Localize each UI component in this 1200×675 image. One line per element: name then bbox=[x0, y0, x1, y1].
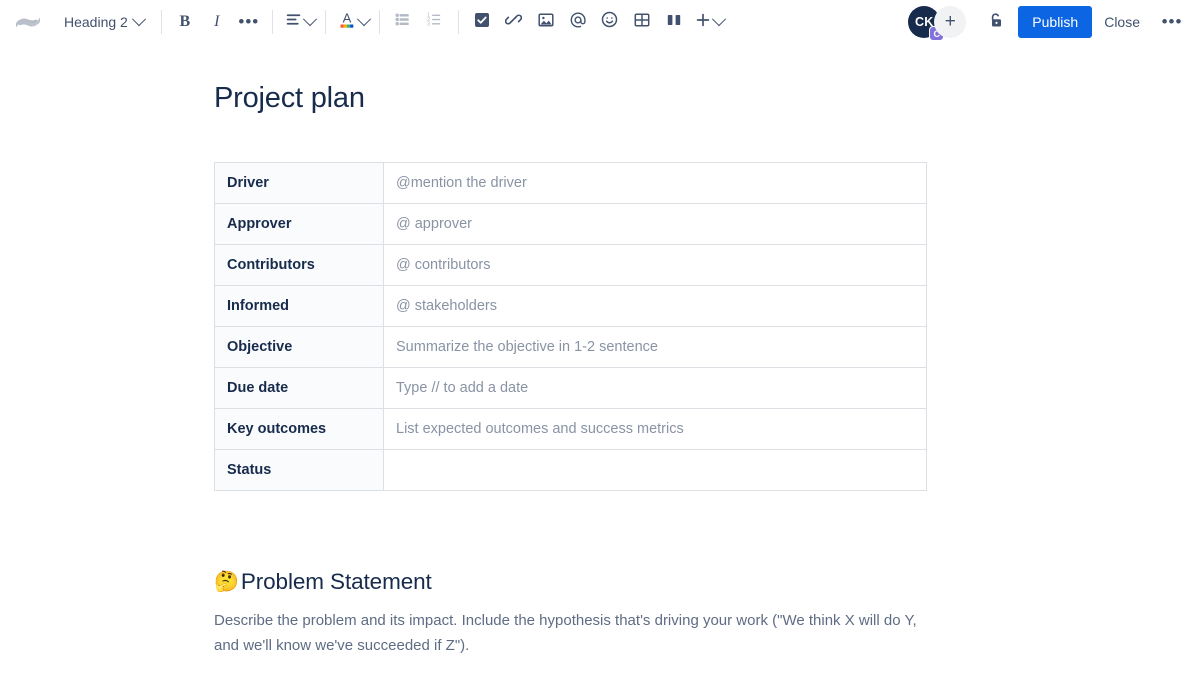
table-row[interactable]: Informed @ stakeholders bbox=[214, 285, 927, 327]
chevron-down-icon bbox=[131, 12, 146, 27]
table-icon bbox=[634, 12, 650, 33]
toolbar-divider bbox=[160, 10, 162, 34]
table-row[interactable]: Objective Summarize the objective in 1-2… bbox=[214, 326, 927, 368]
bullet-list-icon bbox=[394, 11, 411, 33]
mention-button[interactable] bbox=[562, 6, 594, 38]
svg-text:3: 3 bbox=[427, 22, 430, 28]
project-details-table[interactable]: Driver @mention the driver Approver @ ap… bbox=[214, 162, 927, 491]
row-label: Key outcomes bbox=[214, 408, 384, 450]
row-value[interactable]: List expected outcomes and success metri… bbox=[383, 408, 927, 450]
emoji-button[interactable] bbox=[594, 6, 626, 38]
plus-icon bbox=[695, 12, 711, 33]
row-value[interactable]: @ approver bbox=[383, 203, 927, 245]
section-heading-problem-statement[interactable]: 🤔 Problem Statement bbox=[214, 569, 1140, 595]
chevron-down-icon bbox=[302, 12, 317, 27]
table-row[interactable]: Key outcomes List expected outcomes and … bbox=[214, 408, 927, 450]
add-people-button[interactable]: + bbox=[934, 6, 967, 38]
row-label: Objective bbox=[214, 326, 384, 368]
italic-button[interactable]: I bbox=[201, 6, 233, 38]
toolbar-divider bbox=[271, 10, 273, 34]
table-row[interactable]: Approver @ approver bbox=[214, 203, 927, 245]
insert-more-button[interactable] bbox=[690, 6, 727, 38]
section-heading-label: Problem Statement bbox=[240, 569, 432, 594]
link-icon bbox=[505, 11, 523, 33]
table-row[interactable]: Due date Type // to add a date bbox=[214, 367, 927, 409]
editor-toolbar: Heading 2 B I ••• A 1 2 3 CK C + Publish… bbox=[0, 0, 1200, 44]
row-label: Status bbox=[214, 449, 384, 491]
layout-button[interactable] bbox=[658, 6, 690, 38]
toolbar-divider bbox=[457, 10, 459, 34]
image-button[interactable] bbox=[530, 6, 562, 38]
row-value[interactable]: @mention the driver bbox=[383, 162, 927, 204]
text-color-icon: A bbox=[338, 10, 356, 34]
row-label: Approver bbox=[214, 203, 384, 245]
numbered-list-button[interactable]: 1 2 3 bbox=[419, 6, 451, 38]
close-button[interactable]: Close bbox=[1092, 6, 1152, 38]
link-button[interactable] bbox=[498, 6, 530, 38]
action-item-button[interactable] bbox=[466, 6, 498, 38]
row-value[interactable]: @ stakeholders bbox=[383, 285, 927, 327]
restrictions-button[interactable] bbox=[980, 6, 1012, 38]
publish-button[interactable]: Publish bbox=[1018, 6, 1093, 38]
chevron-down-icon bbox=[356, 12, 371, 27]
more-formatting-button[interactable]: ••• bbox=[233, 6, 265, 38]
checkbox-task-icon bbox=[474, 12, 490, 33]
row-label: Informed bbox=[214, 285, 384, 327]
unlock-icon bbox=[987, 11, 1005, 34]
text-color-button[interactable]: A bbox=[333, 6, 372, 38]
chevron-down-icon bbox=[711, 12, 726, 27]
mention-at-icon bbox=[569, 11, 587, 34]
bold-button[interactable]: B bbox=[169, 6, 201, 38]
document-content: Project plan Driver @mention the driver … bbox=[0, 82, 1200, 658]
text-align-button[interactable] bbox=[280, 6, 318, 38]
svg-text:A: A bbox=[342, 11, 351, 26]
more-actions-button[interactable]: ••• bbox=[1156, 6, 1188, 38]
row-value[interactable] bbox=[383, 449, 927, 491]
page-title[interactable]: Project plan bbox=[214, 82, 1140, 115]
table-body: Driver @mention the driver Approver @ ap… bbox=[214, 162, 927, 491]
table-row[interactable]: Contributors @ contributors bbox=[214, 244, 927, 286]
row-value[interactable]: @ contributors bbox=[383, 244, 927, 286]
image-icon bbox=[538, 12, 554, 33]
toolbar-divider bbox=[324, 10, 326, 34]
section-body-problem-statement[interactable]: Describe the problem and its impact. Inc… bbox=[214, 608, 921, 658]
table-row[interactable]: Status bbox=[214, 449, 927, 491]
thinking-face-emoji-icon: 🤔 bbox=[214, 571, 239, 593]
align-left-icon bbox=[285, 11, 302, 33]
row-label: Contributors bbox=[214, 244, 384, 286]
text-style-label: Heading 2 bbox=[64, 14, 128, 30]
document-editor[interactable]: Project plan Driver @mention the driver … bbox=[0, 82, 1200, 658]
numbered-list-icon: 1 2 3 bbox=[426, 11, 443, 33]
bullet-list-button[interactable] bbox=[387, 6, 419, 38]
row-label: Due date bbox=[214, 367, 384, 409]
emoji-smiley-icon bbox=[601, 11, 618, 33]
row-label: Driver bbox=[214, 162, 384, 204]
table-row[interactable]: Driver @mention the driver bbox=[214, 162, 927, 204]
confluence-logo-icon[interactable] bbox=[10, 4, 46, 40]
row-value[interactable]: Type // to add a date bbox=[383, 367, 927, 409]
toolbar-divider bbox=[378, 10, 380, 34]
text-style-select[interactable]: Heading 2 bbox=[54, 6, 150, 38]
row-value[interactable]: Summarize the objective in 1-2 sentence bbox=[383, 326, 927, 368]
table-button[interactable] bbox=[626, 6, 658, 38]
layout-columns-icon bbox=[666, 12, 682, 33]
